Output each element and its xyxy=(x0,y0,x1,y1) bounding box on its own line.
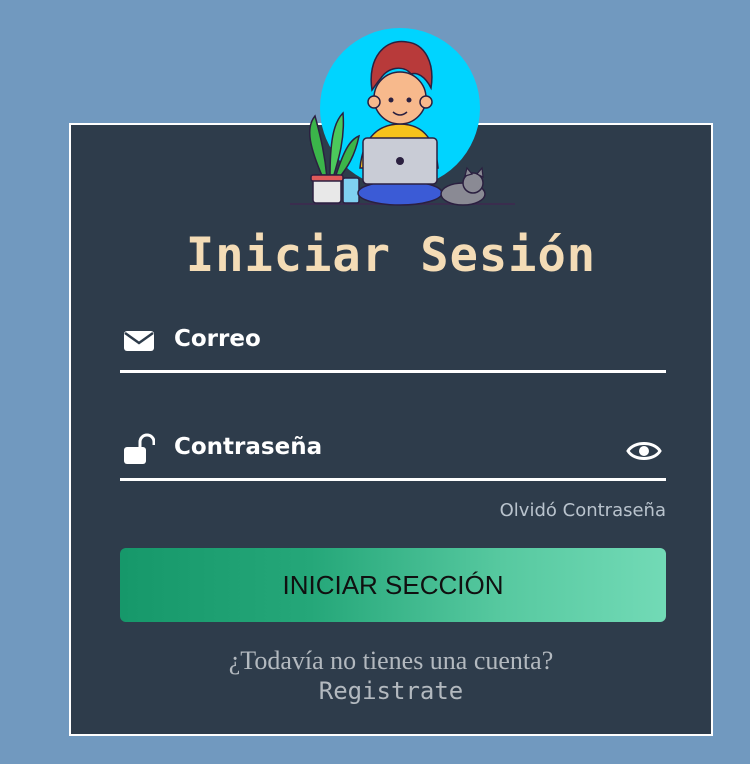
forgot-password-link[interactable]: Olvidó Contraseña xyxy=(500,500,666,521)
email-field-group: Correo xyxy=(120,322,666,373)
avatar-illustration xyxy=(290,28,515,206)
email-input[interactable] xyxy=(174,322,618,368)
envelope-icon xyxy=(124,331,154,351)
password-input[interactable] xyxy=(174,430,618,476)
unlock-icon xyxy=(124,433,155,464)
eye-icon[interactable] xyxy=(626,436,662,466)
password-field-group: Contraseña xyxy=(120,430,666,481)
no-account-text: ¿Todavía no tienes una cuenta? xyxy=(228,646,554,675)
login-button[interactable]: INICIAR SECCIÓN xyxy=(120,548,666,622)
page-title: Iniciar Sesión xyxy=(185,228,597,283)
register-link[interactable]: Registrate xyxy=(69,677,713,705)
